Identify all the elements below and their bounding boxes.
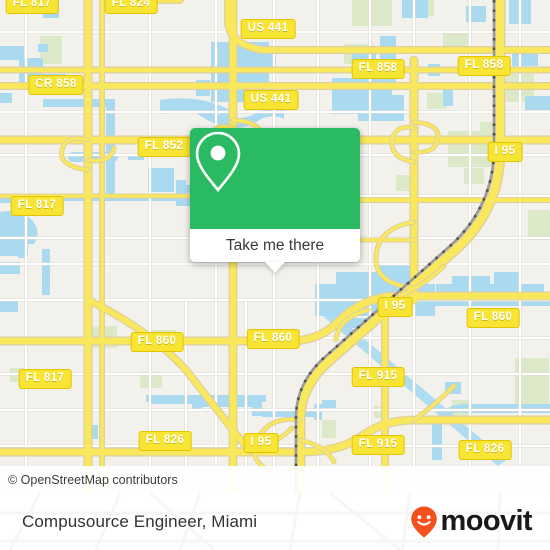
road-shield-label: FL 826 [138,431,192,451]
popup-image-panel [190,128,360,229]
road-shield-label: FL 826 [458,440,512,460]
take-me-there-label: Take me there [225,236,325,254]
road-shield-label: I 95 [377,297,413,317]
road-shield-label: FL 858 [351,59,405,79]
take-me-there-button[interactable]: Take me there [190,229,360,262]
road-shield-label: US 441 [240,19,296,39]
road-shield-label: FL 860 [246,329,300,349]
map-screenshot: FL 817 FL 824 US 441 FL 858 FL 858 CR 858 US 4… [0,0,550,550]
moovit-pin-icon [410,506,437,537]
road-shield-label: FL 817 [18,369,72,389]
road-shield-label: FL 852 [137,137,191,157]
moovit-wordmark: moovit [440,505,533,537]
moovit-brand[interactable]: moovit [409,505,550,539]
page-title: Compusource Engineer, Miami [22,511,258,531]
road-shield-label: FL 858 [457,56,511,76]
road-shield-label: FL 915 [351,435,405,455]
road-shield-label: FL 817 [10,196,64,216]
road-shield-label: FL 860 [466,308,520,328]
road-shield-label: US 441 [243,90,299,110]
footer-bar: Compusource Engineer, Miami moovit [0,493,550,550]
road-shield-label: I 95 [243,433,279,453]
road-shield-label: FL 824 [104,0,158,14]
attribution-text: © OpenStreetMap contributors [8,472,178,487]
location-popup[interactable]: Take me there [190,128,360,273]
road-shield-label: FL 860 [130,332,184,352]
map-attribution: © OpenStreetMap contributors [0,466,550,493]
road-shield-label: FL 915 [351,367,405,387]
road-shield-label: FL 817 [5,0,59,14]
road-shield-label: I 95 [487,142,523,162]
road-shield-label: CR 858 [28,75,84,95]
map-canvas[interactable]: FL 817 FL 824 US 441 FL 858 FL 858 CR 858 US 4… [0,0,550,493]
popup-pointer [265,262,285,273]
map-pin-icon [195,131,241,193]
